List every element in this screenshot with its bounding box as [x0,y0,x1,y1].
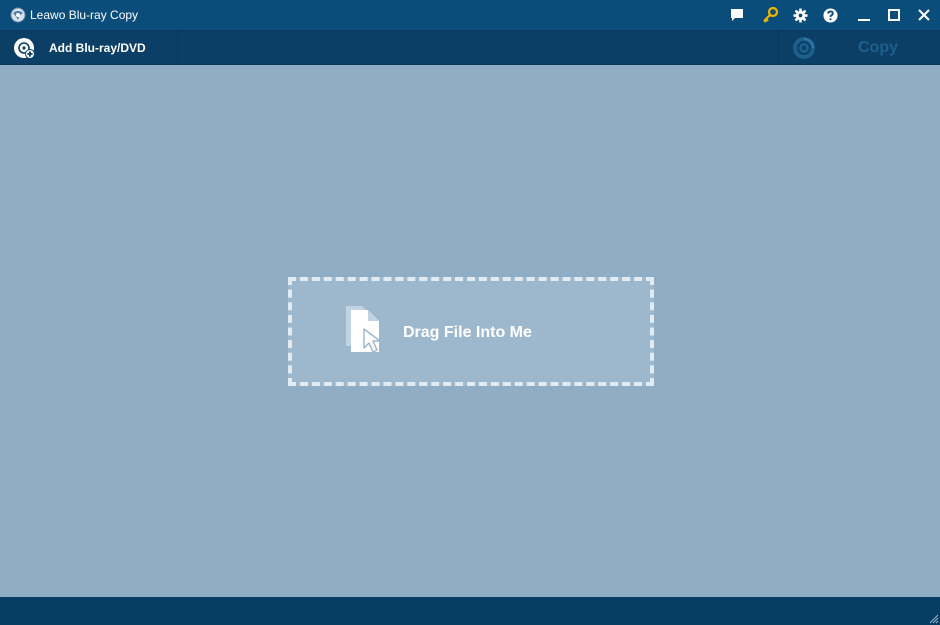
register-button[interactable] [759,4,781,26]
add-bluray-dvd-button[interactable]: Add Blu-ray/DVD [0,31,178,65]
window-title: Leawo Blu-ray Copy [30,8,139,22]
resize-grip-icon[interactable] [927,612,939,624]
status-bar [0,597,940,625]
help-button[interactable] [819,4,841,26]
file-drag-icon [346,306,381,353]
drop-zone-label: Drag File Into Me [403,324,532,341]
add-disc-icon [14,38,35,59]
close-button[interactable] [913,4,935,26]
key-icon [763,7,778,23]
gear-icon [792,7,808,23]
maximize-button[interactable] [883,4,905,26]
file-drop-zone[interactable]: Drag File Into Me [288,277,654,386]
disc-burn-icon [793,37,815,59]
copy-button[interactable]: Copy [778,31,928,65]
maximize-icon [888,9,900,21]
copy-label: Copy [858,39,898,56]
close-icon [918,9,930,21]
minimize-button[interactable] [853,4,875,26]
toolbar: Add Blu-ray/DVD Copy [0,30,940,65]
title-bar: Leawo Blu-ray Copy [0,0,940,30]
help-icon [822,7,838,23]
workspace: Drag File Into Me [1,65,939,597]
minimize-icon [858,19,870,21]
leawo-logo-icon [10,7,26,23]
settings-button[interactable] [789,4,811,26]
add-bluray-dvd-label: Add Blu-ray/DVD [49,41,146,55]
chat-icon [731,9,743,21]
feedback-button[interactable] [726,4,748,26]
